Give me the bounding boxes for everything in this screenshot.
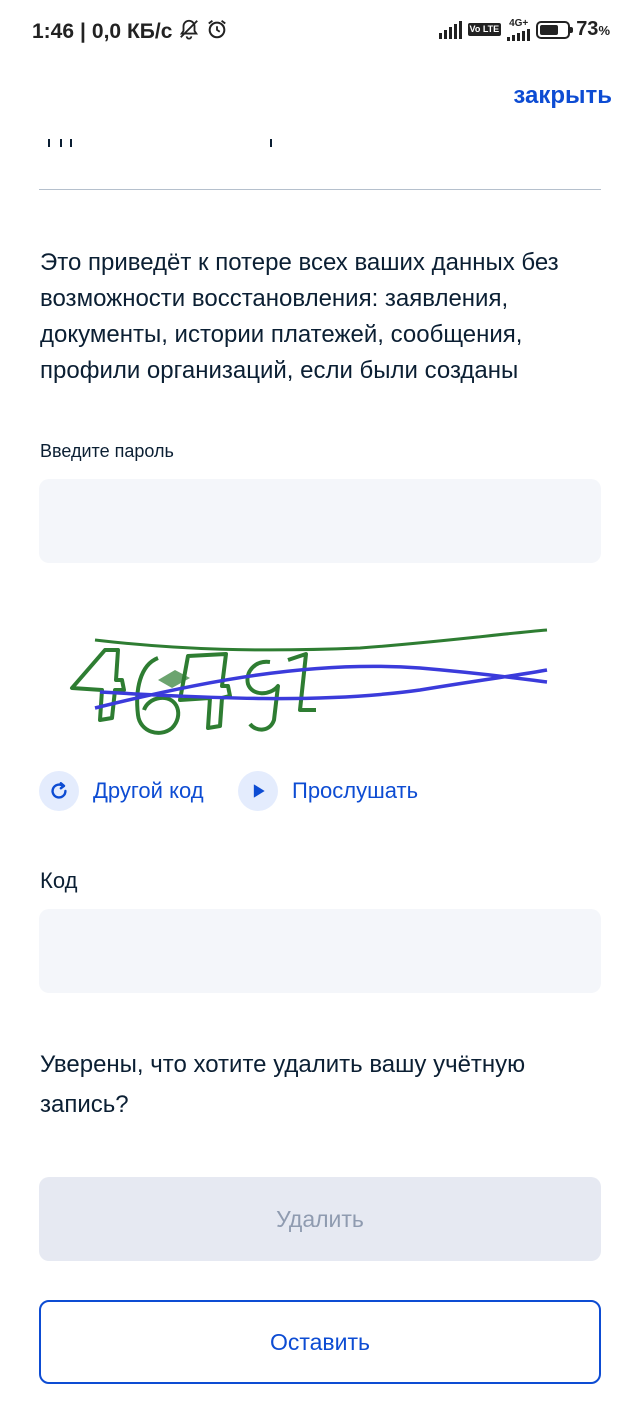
keep-button[interactable]: Оставить [39,1300,601,1384]
refresh-icon [39,771,79,811]
status-bar-left: 1:46 | 0,0 КБ/с [32,18,228,46]
volte-icon: Vo LTE [467,23,502,36]
signal-4g-icon: 4G+ [507,17,531,41]
confirm-question: Уверены, что хотите удалить вашу учётную… [40,1051,526,1118]
password-label: Введите пароль [40,441,174,461]
code-input[interactable] [39,909,601,993]
scrolled-text-remnant [40,136,600,148]
battery-percent: 73% [576,18,610,40]
play-icon [238,771,278,811]
divider [39,189,601,190]
close-link[interactable]: закрыть [513,82,612,110]
network-type: 4G+ [509,17,529,29]
password-input[interactable] [39,479,601,563]
delete-button[interactable]: Удалить [39,1177,601,1261]
other-code-button[interactable]: Другой код [39,771,204,811]
bell-off-icon [178,18,200,46]
network-speed: 0,0 КБ/с [91,20,173,43]
captcha-image [70,628,548,735]
status-bar: 1:46 | 0,0 КБ/с Vo LTE 4G+ 73% [0,0,640,64]
code-label: Код [40,868,78,893]
alarm-icon [206,18,228,46]
listen-button[interactable]: Прослушать [238,771,418,811]
status-bar-right: Vo LTE 4G+ 73% [438,17,610,41]
data-loss-warning: Это приведёт к потере всех ваших данных … [40,249,559,384]
battery-fill [540,24,559,35]
separator: | [80,20,86,43]
other-code-label: Другой код [93,778,204,803]
battery-icon [536,20,574,39]
signal-icon [438,20,462,39]
text-remnant-strokes [48,139,272,147]
clock: 1:46 [32,20,75,43]
listen-label: Прослушать [292,778,419,803]
